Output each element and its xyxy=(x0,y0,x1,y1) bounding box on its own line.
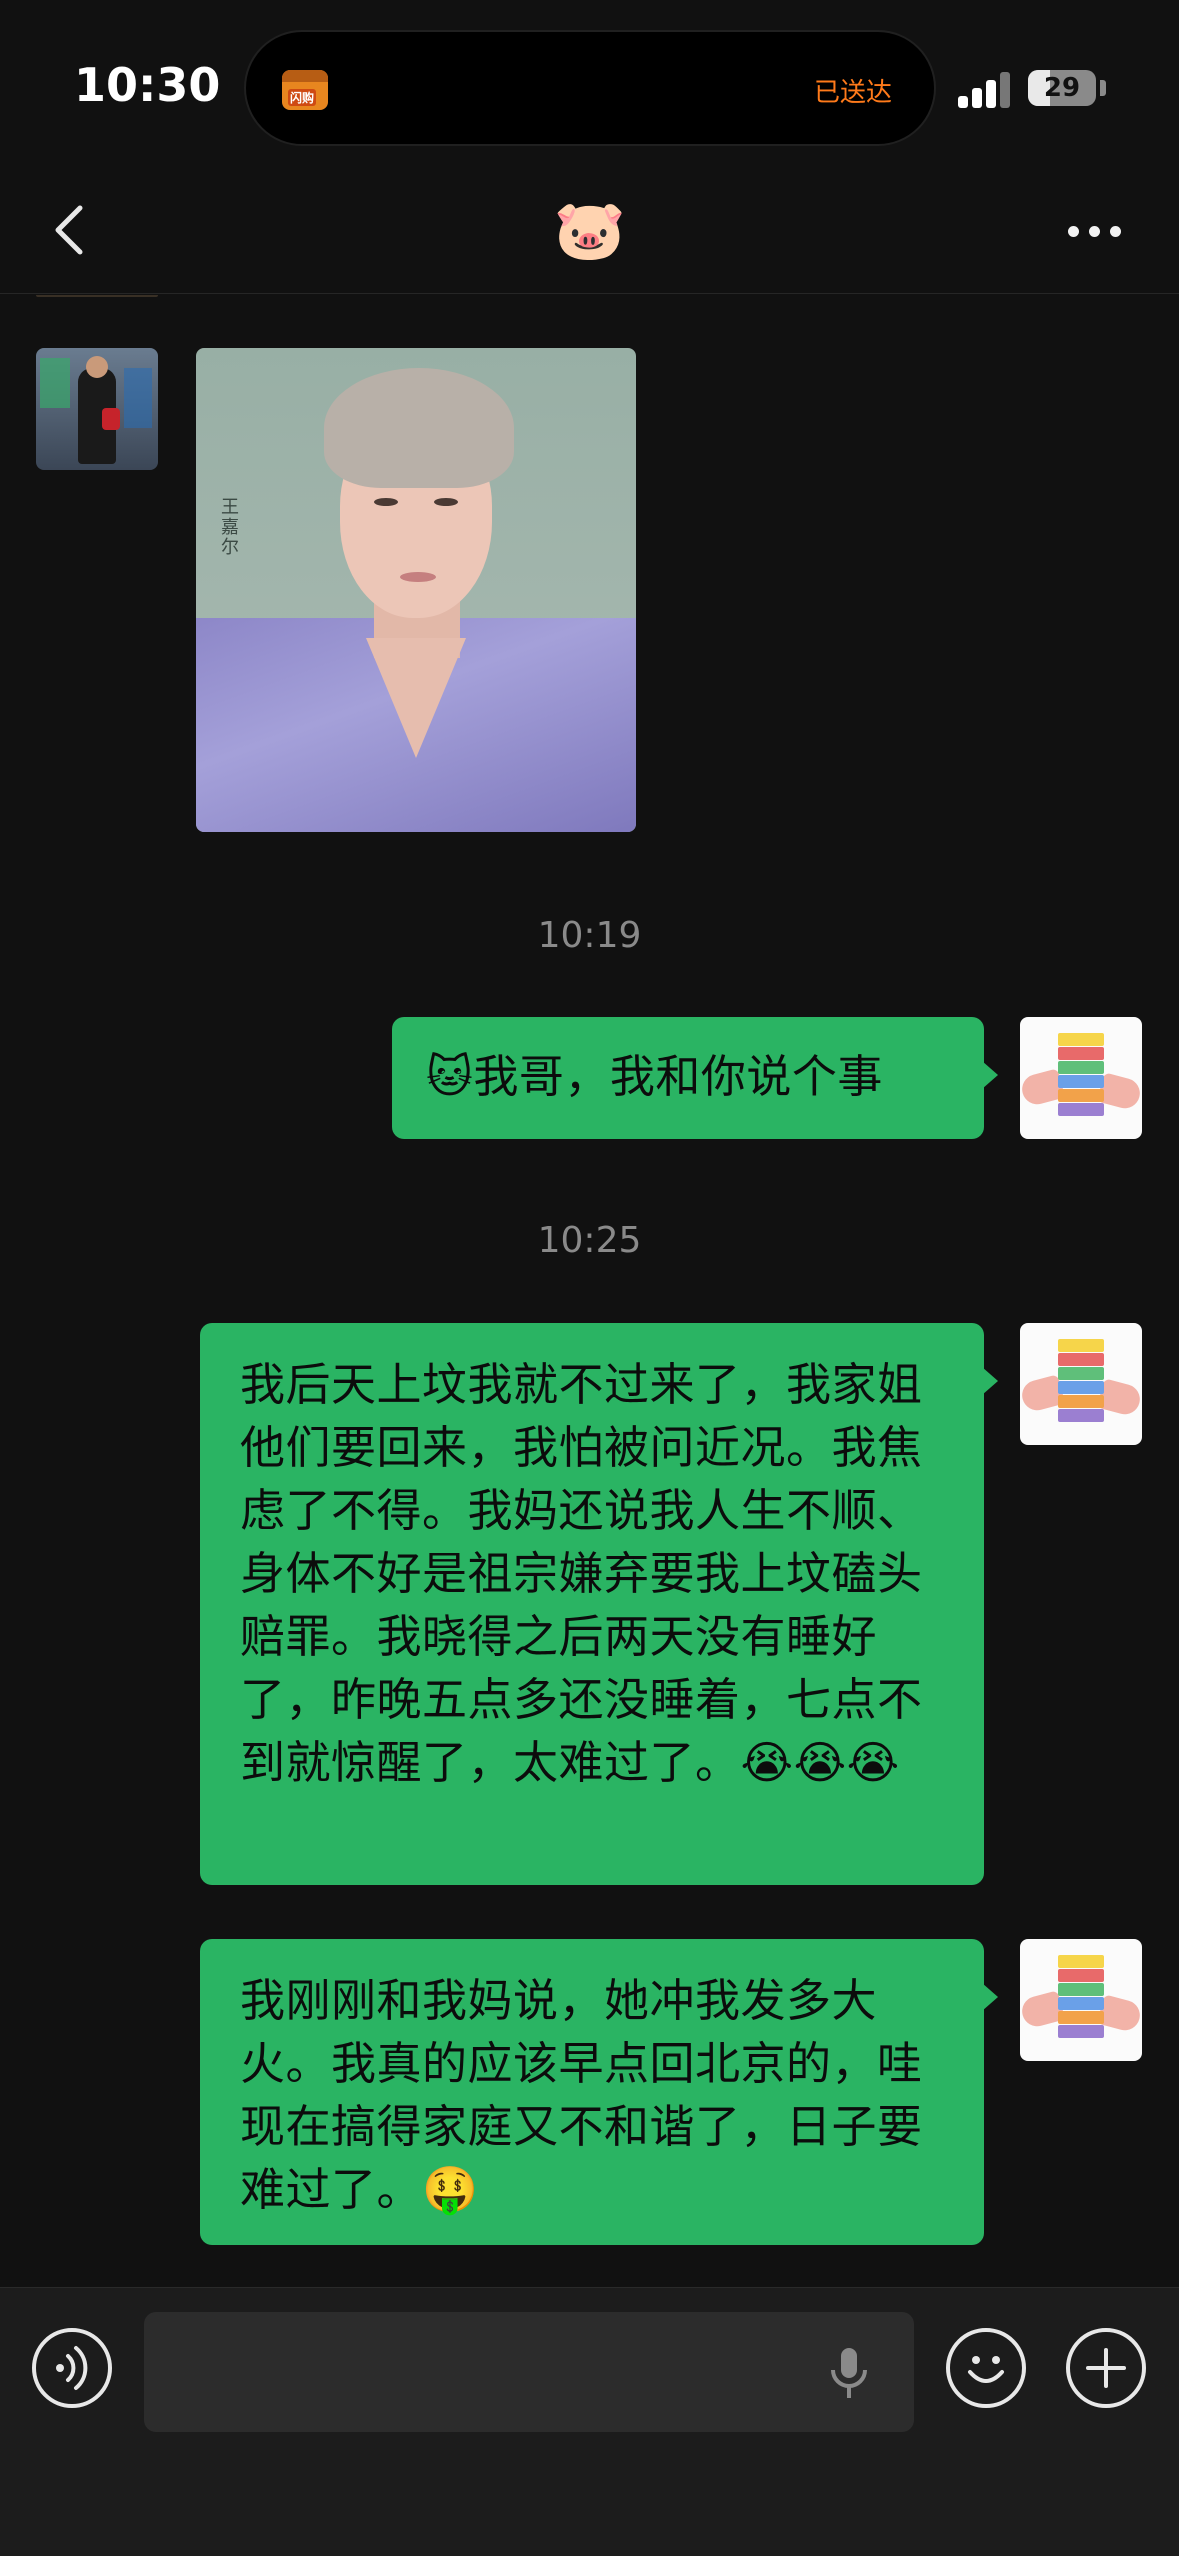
more-actions-button[interactable] xyxy=(1066,2328,1146,2408)
my-avatar[interactable] xyxy=(1020,1323,1142,1445)
emoji-button[interactable] xyxy=(946,2328,1026,2408)
input-bar xyxy=(0,2287,1179,2556)
status-bar: 10:30 闪购 已送达 29 xyxy=(0,0,1179,170)
timestamp: 10:19 xyxy=(537,915,642,956)
back-button[interactable] xyxy=(44,200,104,260)
message-input-container xyxy=(144,2312,914,2432)
plus-icon xyxy=(1086,2348,1126,2388)
status-time: 10:30 xyxy=(74,58,221,112)
timestamp: 10:25 xyxy=(537,1220,642,1261)
island-status-text: 已送达 xyxy=(813,78,892,108)
chevron-left-icon xyxy=(55,205,83,255)
sent-message[interactable]: 我刚刚和我妈说，她冲我发多大火。我真的应该早点回北京的，哇现在搞得家庭又不和谐了… xyxy=(200,1939,998,2245)
message-input[interactable] xyxy=(144,2312,914,2432)
battery-icon: 29 xyxy=(1028,70,1096,106)
more-dots-icon xyxy=(1068,226,1079,237)
voice-toggle-button[interactable] xyxy=(32,2328,112,2408)
mic-icon[interactable] xyxy=(824,2344,874,2404)
more-options-button[interactable] xyxy=(1060,200,1130,260)
previous-avatar-fragment xyxy=(36,295,158,297)
contact-avatar[interactable] xyxy=(36,348,158,470)
voice-icon xyxy=(56,2346,88,2390)
delivery-app-icon: 闪购 xyxy=(282,70,328,110)
battery-level: 29 xyxy=(1043,73,1081,103)
battery-tip xyxy=(1100,80,1106,96)
chat-header: 🐷 xyxy=(0,170,1179,294)
island-app-tag: 闪购 xyxy=(288,89,317,106)
dynamic-island[interactable]: 闪购 已送达 xyxy=(244,30,936,146)
emoji-icon xyxy=(968,2356,1004,2383)
photo-message[interactable]: 王嘉尔 xyxy=(196,348,636,832)
my-avatar[interactable] xyxy=(1020,1017,1142,1139)
sent-message[interactable]: 🐱我哥，我和你说个事 xyxy=(392,1017,998,1139)
sent-message[interactable]: 我后天上坟我就不过来了，我家姐他们要回来，我怕被问近况。我焦虑了不得。我妈还说我… xyxy=(200,1323,998,1885)
cellular-signal-icon xyxy=(958,68,1014,108)
chat-title: 🐷 xyxy=(553,196,627,264)
message-list[interactable]: 王嘉尔 10:19 🐱我哥，我和你说个事 10:25 我后天上坟我就不过来了，我… xyxy=(0,295,1179,2285)
my-avatar[interactable] xyxy=(1020,1939,1142,2061)
photo-caption: 王嘉尔 xyxy=(221,497,239,558)
